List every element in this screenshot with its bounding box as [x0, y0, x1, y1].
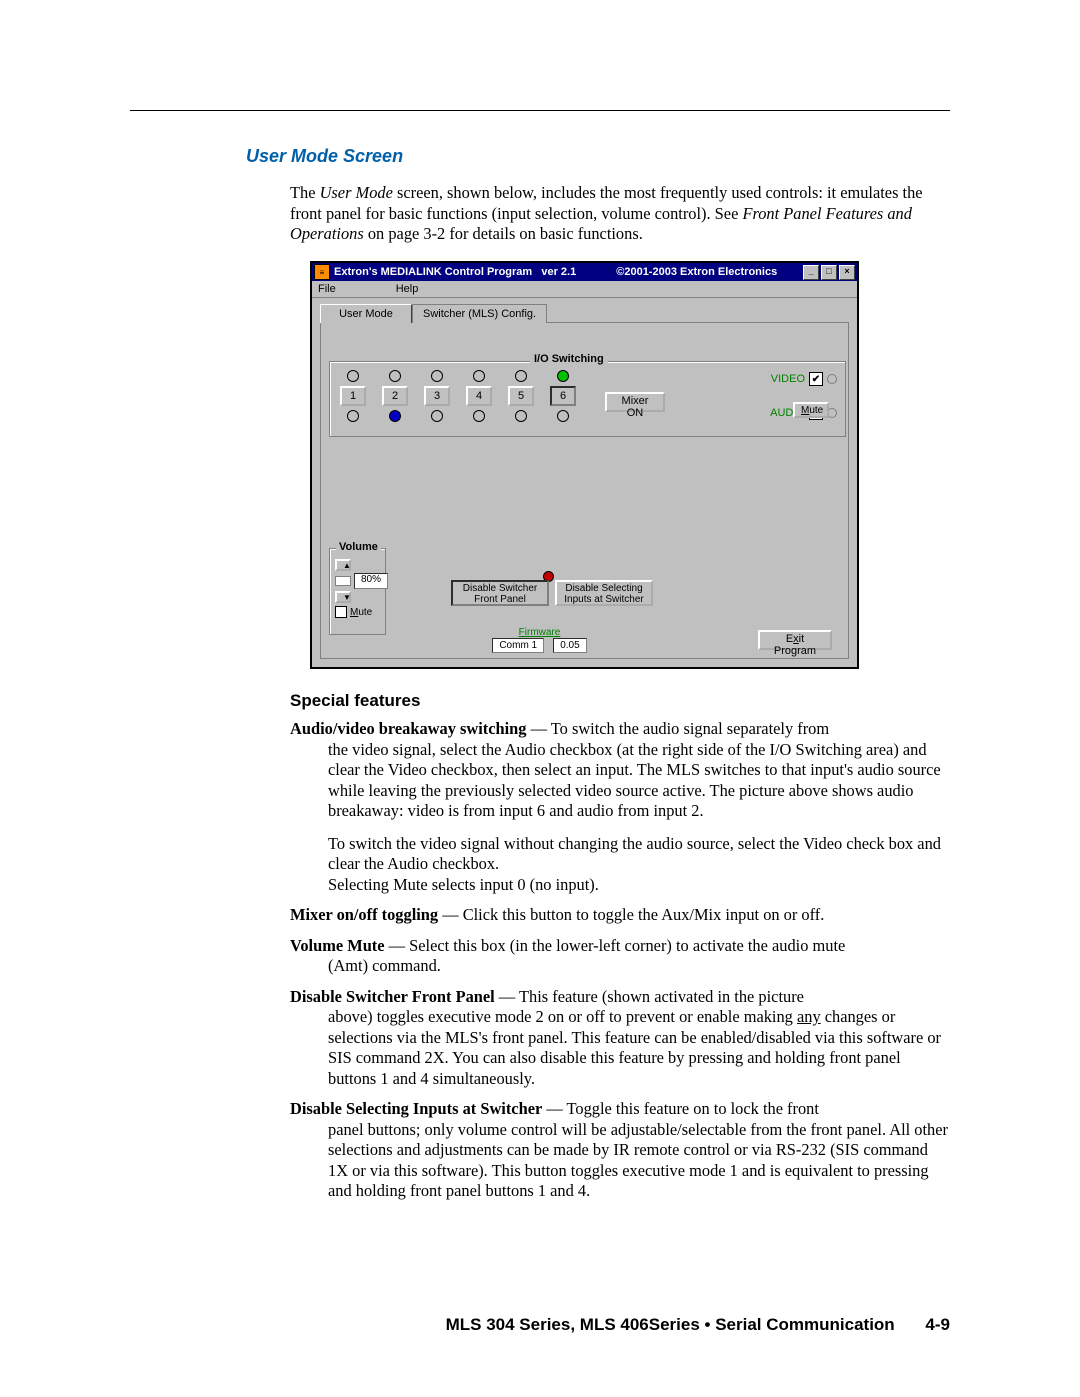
feature-av-breakaway: Audio/video breakaway switching — To swi…: [290, 719, 950, 895]
volume-value: 80%: [354, 573, 388, 589]
volume-mute-label: Mute: [350, 607, 372, 618]
title-main: Extron's MEDIALINK Control Program: [334, 266, 532, 278]
feature-mixer-toggle: Mixer on/off toggling — Click this butto…: [290, 905, 950, 926]
feature-term: Audio/video breakaway switching: [290, 719, 527, 738]
intro-italic-1: User Mode: [320, 183, 393, 202]
input-1-button[interactable]: 1: [340, 386, 366, 406]
feature-body: — Click this button to toggle the Aux/Mi…: [438, 905, 824, 924]
input-2-button[interactable]: 2: [382, 386, 408, 406]
title-version: ver 2.1: [541, 266, 576, 278]
feature-term: Mixer on/off toggling: [290, 905, 438, 924]
menu-file[interactable]: File: [318, 283, 336, 295]
titlebar: ≡ Extron's MEDIALINK Control Program ver…: [312, 263, 857, 281]
underline-any: any: [797, 1007, 821, 1026]
feature-body-2: To switch the video signal without chang…: [328, 834, 950, 896]
io-switching-group: I/O Switching 1 2 3 4 5 6 Mixer ON VIDEO: [329, 361, 846, 437]
feature-body-a: above) toggles executive mode 2 on or of…: [328, 1007, 797, 1026]
footer-page-number: 4-9: [925, 1315, 950, 1334]
audio-led-1: [347, 410, 359, 422]
mute-mini-rest: ute: [809, 405, 823, 416]
video-led-4: [473, 370, 485, 382]
exit-program-button[interactable]: Exit Program: [758, 630, 832, 650]
close-button[interactable]: ×: [839, 265, 855, 280]
feature-body: above) toggles executive mode 2 on or of…: [328, 1007, 950, 1089]
video-led-2: [389, 370, 401, 382]
feature-lead: — To switch the audio signal separately …: [527, 719, 830, 738]
audio-led-5: [515, 410, 527, 422]
inputs-row: 1 2 3 4 5 6: [338, 370, 578, 426]
feature-lead: — Select this box (in the lower-left cor…: [385, 936, 846, 955]
page-footer: MLS 304 Series, MLS 406Series • Serial C…: [446, 1315, 950, 1335]
feature-lead: — Toggle this feature on to lock the fro…: [542, 1099, 819, 1118]
av-checkbox-area: VIDEO ✔ Mute AUDIO: [757, 370, 837, 422]
firmware-version-box: 0.05: [553, 638, 586, 653]
input-6-button[interactable]: 6: [550, 386, 576, 406]
feature-body: (Amt) command.: [328, 956, 950, 977]
menubar: File Help: [312, 281, 857, 298]
minimize-button[interactable]: _: [803, 265, 819, 280]
input-3-button[interactable]: 3: [424, 386, 450, 406]
feature-term: Disable Selecting Inputs at Switcher: [290, 1099, 542, 1118]
input-4-button[interactable]: 4: [466, 386, 492, 406]
title-copyright: ©2001-2003 Extron Electronics: [616, 266, 777, 278]
volume-group: Volume ▲ 80% ▼ Mute: [329, 548, 386, 635]
video-led-3: [431, 370, 443, 382]
audio-led-3: [431, 410, 443, 422]
feature-body: the video signal, select the Audio check…: [328, 740, 950, 822]
disable-selecting-inputs-button[interactable]: Disable Selecting Inputs at Switcher: [555, 580, 653, 606]
firmware-link[interactable]: Firmware: [321, 627, 758, 638]
video-label: VIDEO: [771, 373, 805, 385]
feature-volume-mute: Volume Mute — Select this box (in the lo…: [290, 936, 950, 977]
video-checkbox[interactable]: ✔: [809, 372, 823, 386]
feature-term: Disable Switcher Front Panel: [290, 987, 495, 1006]
volume-legend: Volume: [336, 541, 381, 553]
input-5-button[interactable]: 5: [508, 386, 534, 406]
volume-slider[interactable]: [335, 576, 351, 586]
mixer-on-button[interactable]: Mixer ON: [605, 392, 665, 412]
video-led-1: [347, 370, 359, 382]
intro-text: on page 3-2 for details on basic functio…: [364, 224, 643, 243]
feature-term: Volume Mute: [290, 936, 385, 955]
user-mode-panel: I/O Switching 1 2 3 4 5 6 Mixer ON VIDEO: [320, 323, 849, 659]
status-row: Firmware Comm 1 0.05 Exit Program: [321, 628, 848, 652]
disable-switcher-front-panel-button[interactable]: Disable Switcher Front Panel: [451, 580, 549, 606]
tab-switcher-config[interactable]: Switcher (MLS) Config.: [412, 304, 547, 323]
intro-text: The: [290, 183, 320, 202]
feature-disable-front-panel: Disable Switcher Front Panel — This feat…: [290, 987, 950, 1090]
audio-led-2: [389, 410, 401, 422]
tabs-row: User Mode Switcher (MLS) Config.: [312, 298, 857, 323]
heading-special-features: Special features: [290, 691, 950, 711]
screenshot-figure: ≡ Extron's MEDIALINK Control Program ver…: [310, 261, 950, 669]
volume-mute-checkbox[interactable]: [335, 606, 347, 618]
footer-title: MLS 304 Series, MLS 406Series • Serial C…: [446, 1315, 895, 1334]
intro-paragraph: The User Mode screen, shown below, inclu…: [290, 183, 950, 245]
video-led-5: [515, 370, 527, 382]
video-led-6: [557, 370, 569, 382]
feature-disable-selecting-inputs: Disable Selecting Inputs at Switcher — T…: [290, 1099, 950, 1202]
menu-help[interactable]: Help: [396, 283, 419, 295]
feature-body: panel buttons; only volume control will …: [328, 1120, 950, 1202]
volume-up-button[interactable]: ▲: [335, 559, 351, 571]
io-switching-legend: I/O Switching: [530, 353, 608, 365]
app-window: ≡ Extron's MEDIALINK Control Program ver…: [310, 261, 859, 669]
feature-lead: — This feature (shown activated in the p…: [495, 987, 804, 1006]
heading-user-mode-screen: User Mode Screen: [246, 146, 950, 167]
top-rule: [130, 110, 950, 111]
volume-down-button[interactable]: ▼: [335, 591, 351, 603]
video-indicator: [827, 374, 837, 384]
comm-port-box: Comm 1: [492, 638, 544, 653]
audio-led-6: [557, 410, 569, 422]
audio-led-4: [473, 410, 485, 422]
mute-mini-button[interactable]: Mute: [793, 402, 829, 418]
app-icon: ≡: [314, 264, 330, 280]
tab-user-mode[interactable]: User Mode: [320, 304, 412, 323]
maximize-button[interactable]: □: [821, 265, 837, 280]
